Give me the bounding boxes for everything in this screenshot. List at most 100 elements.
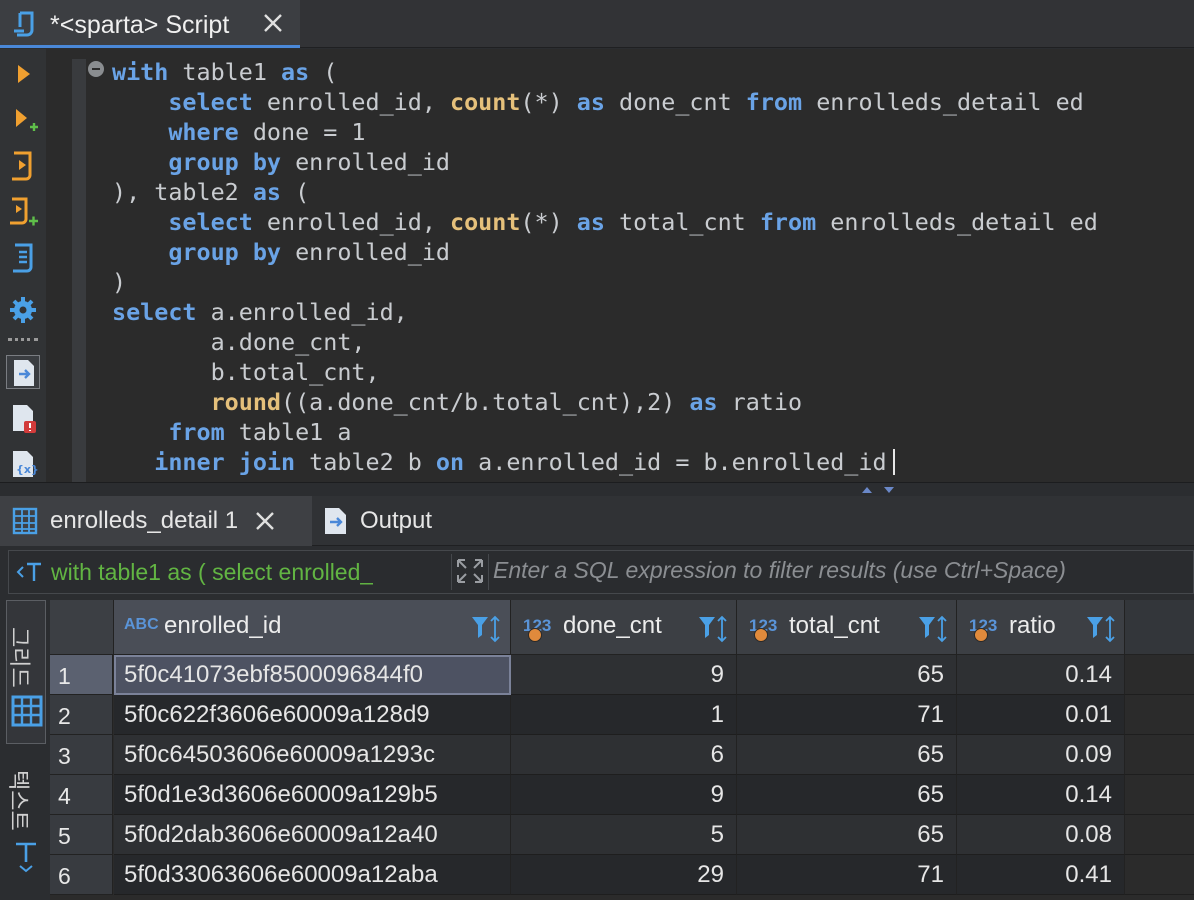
code-line[interactable]: a.done_cnt,	[112, 327, 1192, 357]
row-filler	[1125, 775, 1194, 815]
cell-ratio[interactable]: 0.41	[957, 855, 1125, 895]
code-line[interactable]: from table1 a	[112, 417, 1192, 447]
cell-total-cnt[interactable]: 65	[737, 775, 957, 815]
table-row[interactable]: 6 5f0d33063606e60009a12aba 29 71 0.41	[50, 855, 1194, 895]
cell-total-cnt[interactable]: 71	[737, 855, 957, 895]
column-header-ratio[interactable]: 123 ratio	[957, 600, 1125, 655]
row-filler	[1125, 815, 1194, 855]
column-header-enrolled-id[interactable]: ABC enrolled_id	[114, 600, 511, 655]
code-line[interactable]: )	[112, 267, 1192, 297]
show-errors-button[interactable]	[6, 401, 40, 435]
code-text: table1 a	[224, 418, 352, 446]
table-row[interactable]: 5 5f0d2dab3606e60009a12a40 5 65 0.08	[50, 815, 1194, 855]
cell-enrolled-id[interactable]: 5f0c622f3606e60009a128d9	[114, 695, 511, 735]
code-line[interactable]: select enrolled_id, count(*) as done_cnt…	[112, 87, 1192, 117]
tab-results[interactable]: enrolleds_detail 1	[0, 496, 312, 546]
execute-script-new-tab-button[interactable]	[6, 195, 40, 229]
cell-enrolled-id[interactable]: 5f0d2dab3606e60009a12a40	[114, 815, 511, 855]
cell-done-cnt[interactable]: 6	[511, 735, 737, 775]
filter-sort-icon[interactable]	[697, 614, 731, 644]
code-content[interactable]: with table1 as ( select enrolled_id, cou…	[112, 57, 1192, 477]
execute-script-button[interactable]	[6, 149, 40, 183]
row-number[interactable]: 3	[50, 735, 113, 775]
execute-statement-button[interactable]	[6, 57, 40, 91]
cell-ratio[interactable]: 0.09	[957, 735, 1125, 775]
cell-done-cnt[interactable]: 5	[511, 815, 737, 855]
cell-enrolled-id[interactable]: 5f0c41073ebf8500096844f0	[114, 655, 511, 695]
cell-ratio[interactable]: 0.14	[957, 775, 1125, 815]
tab-output[interactable]: Output	[314, 496, 464, 546]
table-row[interactable]: 3 5f0c64503606e60009a1293c 6 65 0.09	[50, 735, 1194, 775]
row-filler	[1125, 855, 1194, 895]
code-line[interactable]: group by enrolled_id	[112, 147, 1192, 177]
variables-button[interactable]: {x}	[6, 447, 40, 481]
code-line[interactable]: ), table2 as (	[112, 177, 1192, 207]
cell-enrolled-id[interactable]: 5f0d1e3d3606e60009a129b5	[114, 775, 511, 815]
row-filler	[1125, 735, 1194, 775]
execute-new-tab-button[interactable]	[6, 103, 40, 137]
code-text: enrolled_id,	[252, 208, 450, 236]
cell-total-cnt[interactable]: 71	[737, 695, 957, 735]
cell-total-cnt[interactable]: 65	[737, 735, 957, 775]
table-row[interactable]: 4 5f0d1e3d3606e60009a129b5 9 65 0.14	[50, 775, 1194, 815]
cell-done-cnt[interactable]: 1	[511, 695, 737, 735]
cell-ratio[interactable]: 0.01	[957, 695, 1125, 735]
show-output-button[interactable]	[6, 355, 40, 389]
tab-grid-view[interactable]: 그리드	[6, 600, 46, 744]
filter-sort-icon[interactable]	[470, 614, 504, 644]
row-number[interactable]: 4	[50, 775, 113, 815]
output-page-icon	[7, 360, 41, 394]
row-number[interactable]: 1	[50, 655, 113, 695]
code-line[interactable]: group by enrolled_id	[112, 237, 1192, 267]
cell-total-cnt[interactable]: 65	[737, 655, 957, 695]
code-line[interactable]: with table1 as (	[112, 57, 1192, 87]
text-format-icon	[15, 559, 47, 585]
row-number[interactable]: 5	[50, 815, 113, 855]
gear-icon	[6, 297, 40, 331]
cell-done-cnt[interactable]: 9	[511, 775, 737, 815]
cell-ratio[interactable]: 0.14	[957, 655, 1125, 695]
column-header-total-cnt[interactable]: 123 total_cnt	[737, 600, 957, 655]
cell-done-cnt[interactable]: 9	[511, 655, 737, 695]
cell-done-cnt[interactable]: 29	[511, 855, 737, 895]
sql-keyword: with	[112, 58, 169, 86]
settings-button[interactable]	[6, 293, 40, 327]
expand-filter-button[interactable]	[451, 554, 489, 590]
explain-plan-button[interactable]	[6, 241, 40, 275]
query-history-dropdown[interactable]: with table1 as ( select enrolled_	[9, 551, 449, 593]
filter-sort-icon[interactable]	[917, 614, 951, 644]
table-row[interactable]: 2 5f0c622f3606e60009a128d9 1 71 0.01	[50, 695, 1194, 735]
cell-enrolled-id[interactable]: 5f0d33063606e60009a12aba	[114, 855, 511, 895]
row-number[interactable]: 6	[50, 855, 113, 895]
table-row[interactable]: 1 5f0c41073ebf8500096844f0 9 65 0.14	[50, 655, 1194, 695]
row-number[interactable]: 2	[50, 695, 113, 735]
row-number-header[interactable]	[50, 600, 114, 655]
sql-keyword: as	[576, 208, 605, 236]
code-line[interactable]: select enrolled_id, count(*) as total_cn…	[112, 207, 1192, 237]
results-grid[interactable]: ABC enrolled_id 123 done_cnt 123 total_c…	[50, 600, 1194, 900]
code-line[interactable]: round((a.done_cnt/b.total_cnt),2) as rat…	[112, 387, 1192, 417]
script-run-plus-icon	[6, 197, 40, 233]
filter-input[interactable]: Enter a SQL expression to filter results…	[493, 557, 1066, 584]
close-icon[interactable]	[262, 12, 284, 34]
sql-editor[interactable]: {x} with table1 as ( select enrolled_id,…	[0, 49, 1194, 482]
sql-function: round	[210, 388, 281, 416]
text-cursor	[892, 449, 895, 475]
cell-enrolled-id[interactable]: 5f0c64503606e60009a1293c	[114, 735, 511, 775]
code-line[interactable]: b.total_cnt,	[112, 357, 1192, 387]
code-line[interactable]: where done = 1	[112, 117, 1192, 147]
tab-script[interactable]: *<sparta> Script	[0, 0, 300, 48]
code-line[interactable]: inner join table2 b on a.enrolled_id = b…	[112, 447, 1192, 477]
code-text: a.enrolled_id,	[196, 298, 408, 326]
close-icon[interactable]	[254, 510, 276, 532]
panel-splitter[interactable]	[0, 482, 1194, 496]
cell-ratio[interactable]: 0.08	[957, 815, 1125, 855]
cell-total-cnt[interactable]: 65	[737, 815, 957, 855]
tab-text-view[interactable]: 텍스트	[6, 760, 46, 900]
code-line[interactable]: select a.enrolled_id,	[112, 297, 1192, 327]
filter-sort-icon[interactable]	[1085, 614, 1119, 644]
column-header-done-cnt[interactable]: 123 done_cnt	[511, 600, 737, 655]
fold-collapse-icon[interactable]	[88, 61, 104, 77]
